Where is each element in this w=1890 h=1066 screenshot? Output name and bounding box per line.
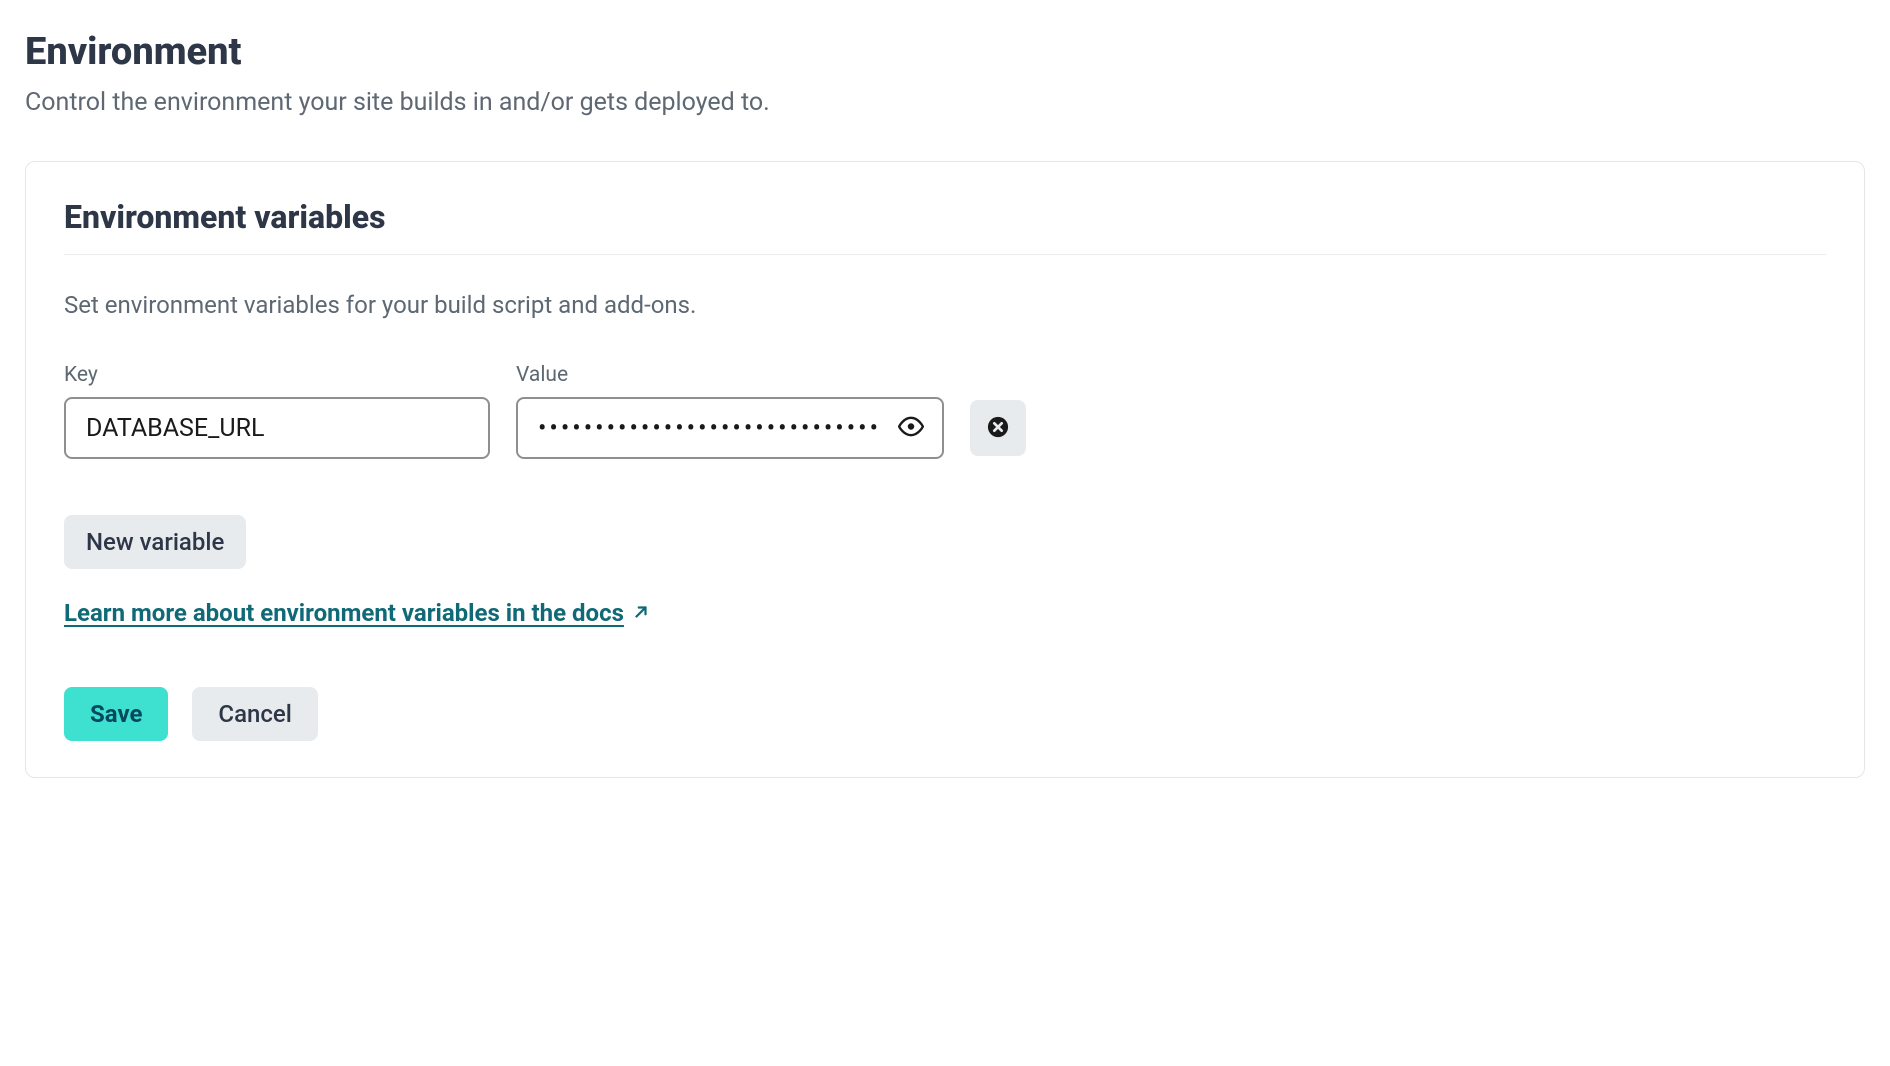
save-button[interactable]: Save	[64, 687, 168, 741]
value-label: Value	[516, 363, 944, 387]
key-input[interactable]	[64, 397, 490, 459]
delete-variable-button[interactable]	[970, 400, 1026, 456]
new-variable-button[interactable]: New variable	[64, 515, 246, 569]
cancel-button[interactable]: Cancel	[192, 687, 317, 741]
page-title: Environment	[25, 30, 1865, 74]
actions-row: Save Cancel	[64, 687, 1826, 741]
value-input[interactable]	[516, 397, 944, 459]
key-field-group: Key	[64, 363, 490, 459]
variable-row: Key Value	[64, 363, 1826, 459]
key-label: Key	[64, 363, 490, 387]
value-input-wrap	[516, 397, 944, 459]
docs-link[interactable]: Learn more about environment variables i…	[64, 599, 650, 627]
show-value-button[interactable]	[892, 408, 930, 449]
env-variables-card: Environment variables Set environment va…	[25, 161, 1865, 778]
page-subtitle: Control the environment your site builds…	[25, 88, 1865, 117]
eye-icon	[898, 414, 924, 443]
external-link-icon	[632, 599, 650, 627]
value-field-group: Value	[516, 363, 944, 459]
card-description: Set environment variables for your build…	[64, 291, 1826, 319]
docs-link-text: Learn more about environment variables i…	[64, 599, 624, 627]
card-title: Environment variables	[64, 198, 1826, 255]
close-circle-icon	[987, 416, 1009, 441]
